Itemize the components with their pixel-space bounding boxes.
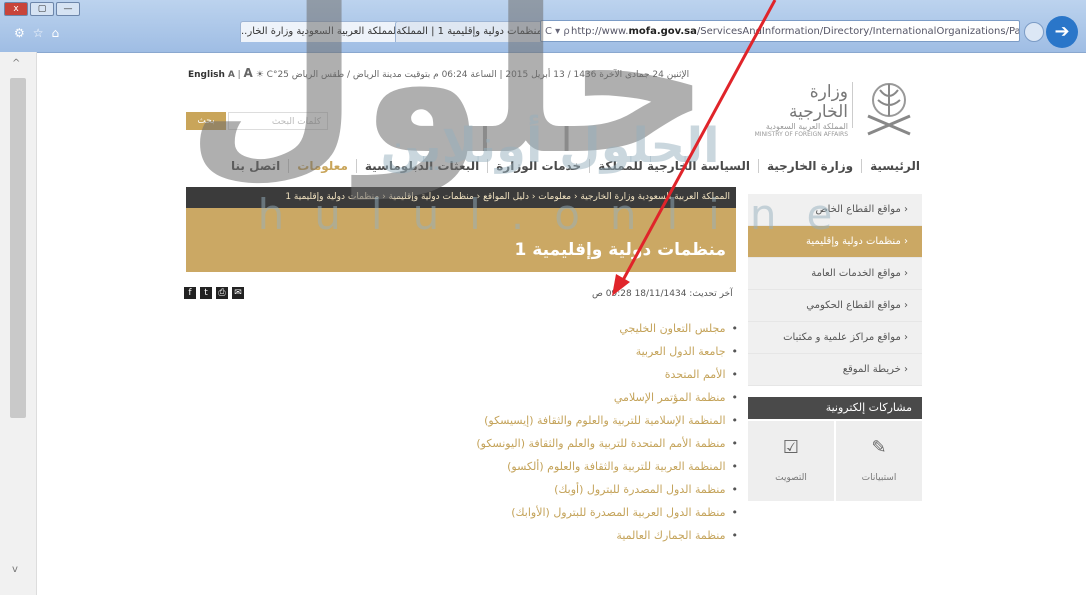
annotation-arrow: [612, 0, 777, 296]
